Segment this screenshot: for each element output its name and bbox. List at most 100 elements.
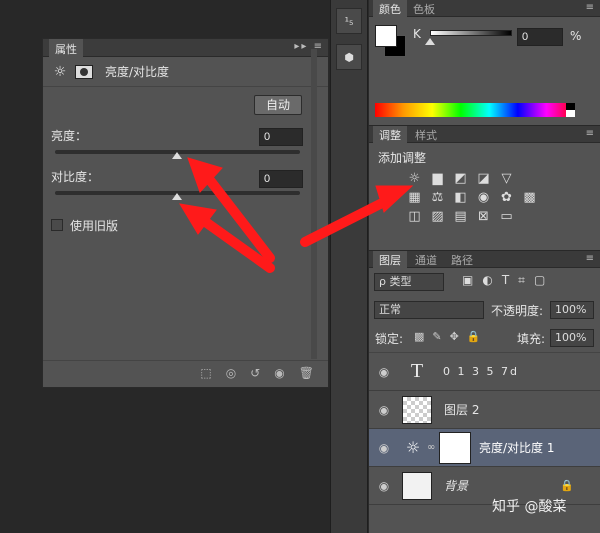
watermark: 知乎 @酸菜 bbox=[492, 499, 567, 515]
exposure-icon[interactable]: ◪ bbox=[475, 171, 492, 186]
chain-link-icon[interactable]: ∞ bbox=[427, 442, 439, 453]
adjustment-title: 亮度/对比度 bbox=[105, 65, 170, 79]
panel-menu-icon[interactable]: ≡ bbox=[586, 253, 594, 264]
view-previous-icon[interactable]: ◎ bbox=[226, 366, 236, 380]
properties-footer: ⬚ ◎ ↺ ◉ 🗑 bbox=[43, 360, 328, 384]
visibility-eye-icon[interactable]: ◉ bbox=[369, 479, 399, 493]
color-balance-icon[interactable]: ⚖ bbox=[429, 190, 446, 205]
channel-label: K bbox=[413, 27, 421, 41]
tab-properties[interactable]: 属性 bbox=[49, 39, 83, 57]
legacy-checkbox[interactable] bbox=[51, 219, 63, 231]
fill-label: 填充: bbox=[517, 332, 546, 346]
channel-mixer-icon[interactable]: ✿ bbox=[498, 190, 515, 205]
properties-scrollbar[interactable] bbox=[311, 49, 317, 359]
tab-adjustments[interactable]: 调整 bbox=[373, 126, 407, 143]
layer-row[interactable]: ◉ 图层 2 bbox=[369, 391, 600, 429]
contrast-input[interactable]: 0 bbox=[259, 170, 303, 188]
tab-layers[interactable]: 图层 bbox=[373, 251, 407, 268]
brightness-adjustment-icon: ☼ bbox=[405, 438, 421, 457]
invert-icon[interactable]: ◫ bbox=[406, 209, 423, 224]
adjustment-filter-icon[interactable]: ◐ bbox=[482, 273, 492, 288]
layer-mask-icon[interactable] bbox=[75, 64, 93, 79]
posterize-icon[interactable]: ▨ bbox=[429, 209, 446, 224]
contrast-label: 对比度： bbox=[51, 170, 100, 184]
3d-cube-icon[interactable]: ⬢ bbox=[336, 44, 362, 70]
text-layer-icon: T bbox=[410, 360, 424, 382]
layer-row[interactable]: ◉ T 0 1 3 5 7d bbox=[369, 353, 600, 391]
visibility-eye-icon[interactable]: ◉ bbox=[369, 441, 399, 455]
delete-trash-icon[interactable]: 🗑 bbox=[299, 366, 314, 380]
layer-thumbnail bbox=[402, 471, 432, 500]
smart-object-filter-icon[interactable]: ▢ bbox=[534, 273, 545, 288]
visibility-eye-icon[interactable]: ◉ bbox=[369, 403, 399, 417]
lock-label: 锁定: bbox=[375, 332, 404, 346]
lock-transparent-icon[interactable]: ▩ bbox=[414, 330, 424, 343]
layer-mask-thumbnail[interactable] bbox=[439, 431, 471, 464]
panel-menu-icon[interactable]: ▸▸ ≡ bbox=[294, 41, 324, 52]
photo-filter-icon[interactable]: ◉ bbox=[475, 190, 492, 205]
history-icon[interactable]: ¹₅ bbox=[336, 8, 362, 34]
clip-to-layer-icon[interactable]: ⬚ bbox=[200, 366, 211, 380]
shape-filter-icon[interactable]: ⌗ bbox=[518, 273, 525, 288]
lock-icon: 🔒 bbox=[560, 479, 574, 492]
adjustment-icon-grid: ☼ ▆ ◩ ◪ ▽ ▦ ⚖ ◧ ◉ ✿ ▩ ◫ ▨ ▤ ⊠ ▭ bbox=[406, 171, 596, 224]
panel-menu-icon[interactable]: ≡ bbox=[586, 128, 594, 139]
color-lookup-icon[interactable]: ▩ bbox=[521, 190, 538, 205]
brightness-slider-thumb[interactable] bbox=[172, 152, 182, 159]
opacity-label: 不透明度: bbox=[491, 304, 544, 318]
opacity-input[interactable]: 100% bbox=[550, 301, 594, 319]
layer-name: 背景 bbox=[444, 479, 469, 493]
auto-button[interactable]: 自动 bbox=[254, 95, 302, 115]
add-adjustment-heading: 添加调整 bbox=[378, 151, 427, 165]
panel-menu-icon[interactable]: ≡ bbox=[586, 2, 594, 13]
color-spectrum-bar[interactable] bbox=[375, 103, 575, 117]
hue-saturation-icon[interactable]: ▦ bbox=[406, 190, 423, 205]
adjustments-tabbar: 调整 样式 ≡ bbox=[369, 126, 600, 143]
layer-name: 0 1 3 5 7d bbox=[443, 365, 519, 378]
lock-image-icon[interactable]: ✎ bbox=[432, 330, 441, 343]
brightness-contrast-icon[interactable]: ☼ bbox=[406, 171, 423, 186]
vibrance-icon[interactable]: ▽ bbox=[498, 171, 515, 186]
brightness-sun-icon[interactable]: ☼ bbox=[51, 63, 69, 81]
black-white-icon[interactable]: ◧ bbox=[452, 190, 469, 205]
curves-icon[interactable]: ◩ bbox=[452, 171, 469, 186]
layer-filter-icons: ▣ ◐ T ⌗ ▢ bbox=[462, 273, 545, 288]
tab-color[interactable]: 颜色 bbox=[373, 0, 407, 17]
contrast-slider-thumb[interactable] bbox=[172, 193, 182, 200]
layer-name: 图层 2 bbox=[444, 403, 480, 417]
lock-all-icon[interactable]: 🔒 bbox=[467, 330, 481, 343]
lock-position-icon[interactable]: ✥ bbox=[450, 330, 459, 343]
tab-styles[interactable]: 样式 bbox=[409, 126, 443, 143]
tab-swatches[interactable]: 色板 bbox=[407, 0, 441, 17]
k-slider-thumb[interactable] bbox=[425, 38, 435, 45]
layer-thumbnail bbox=[402, 395, 432, 424]
percent-unit: % bbox=[570, 29, 582, 43]
visibility-eye-icon[interactable]: ◉ bbox=[369, 365, 399, 379]
foreground-color-swatch[interactable] bbox=[375, 25, 397, 47]
black-white-ramp[interactable] bbox=[566, 103, 575, 117]
threshold-icon[interactable]: ▤ bbox=[452, 209, 469, 224]
properties-title-bar: ☼ 亮度/对比度 bbox=[43, 57, 328, 87]
layer-filter-kind[interactable]: ρ 类型 bbox=[374, 273, 444, 291]
tab-paths[interactable]: 路径 bbox=[445, 251, 479, 268]
brightness-label: 亮度： bbox=[51, 129, 88, 143]
selective-color-icon[interactable]: ⊠ bbox=[475, 209, 492, 224]
type-filter-icon[interactable]: T bbox=[502, 273, 509, 288]
legacy-label: 使用旧版 bbox=[70, 219, 119, 233]
visibility-eye-icon[interactable]: ◉ bbox=[274, 366, 284, 380]
layer-name: 亮度/对比度 1 bbox=[479, 441, 555, 455]
reset-icon[interactable]: ↺ bbox=[250, 366, 260, 380]
brightness-input[interactable]: 0 bbox=[259, 128, 303, 146]
levels-icon[interactable]: ▆ bbox=[429, 171, 446, 186]
properties-header: 属性 ▸▸ ≡ bbox=[43, 39, 328, 57]
k-slider[interactable] bbox=[430, 30, 512, 36]
layer-row[interactable]: ◉ ☼ ∞ 亮度/对比度 1 bbox=[369, 429, 600, 467]
layers-tabbar: 图层 通道 路径 ≡ bbox=[369, 251, 600, 268]
k-value-input[interactable]: 0 bbox=[517, 28, 563, 46]
gradient-map-icon[interactable]: ▭ bbox=[498, 209, 515, 224]
blend-mode-select[interactable]: 正常 bbox=[374, 301, 484, 319]
lock-icons: ▩ ✎ ✥ 🔒 bbox=[414, 330, 481, 343]
pixel-filter-icon[interactable]: ▣ bbox=[462, 273, 473, 288]
tab-channels[interactable]: 通道 bbox=[409, 251, 443, 268]
fill-input[interactable]: 100% bbox=[550, 329, 594, 347]
